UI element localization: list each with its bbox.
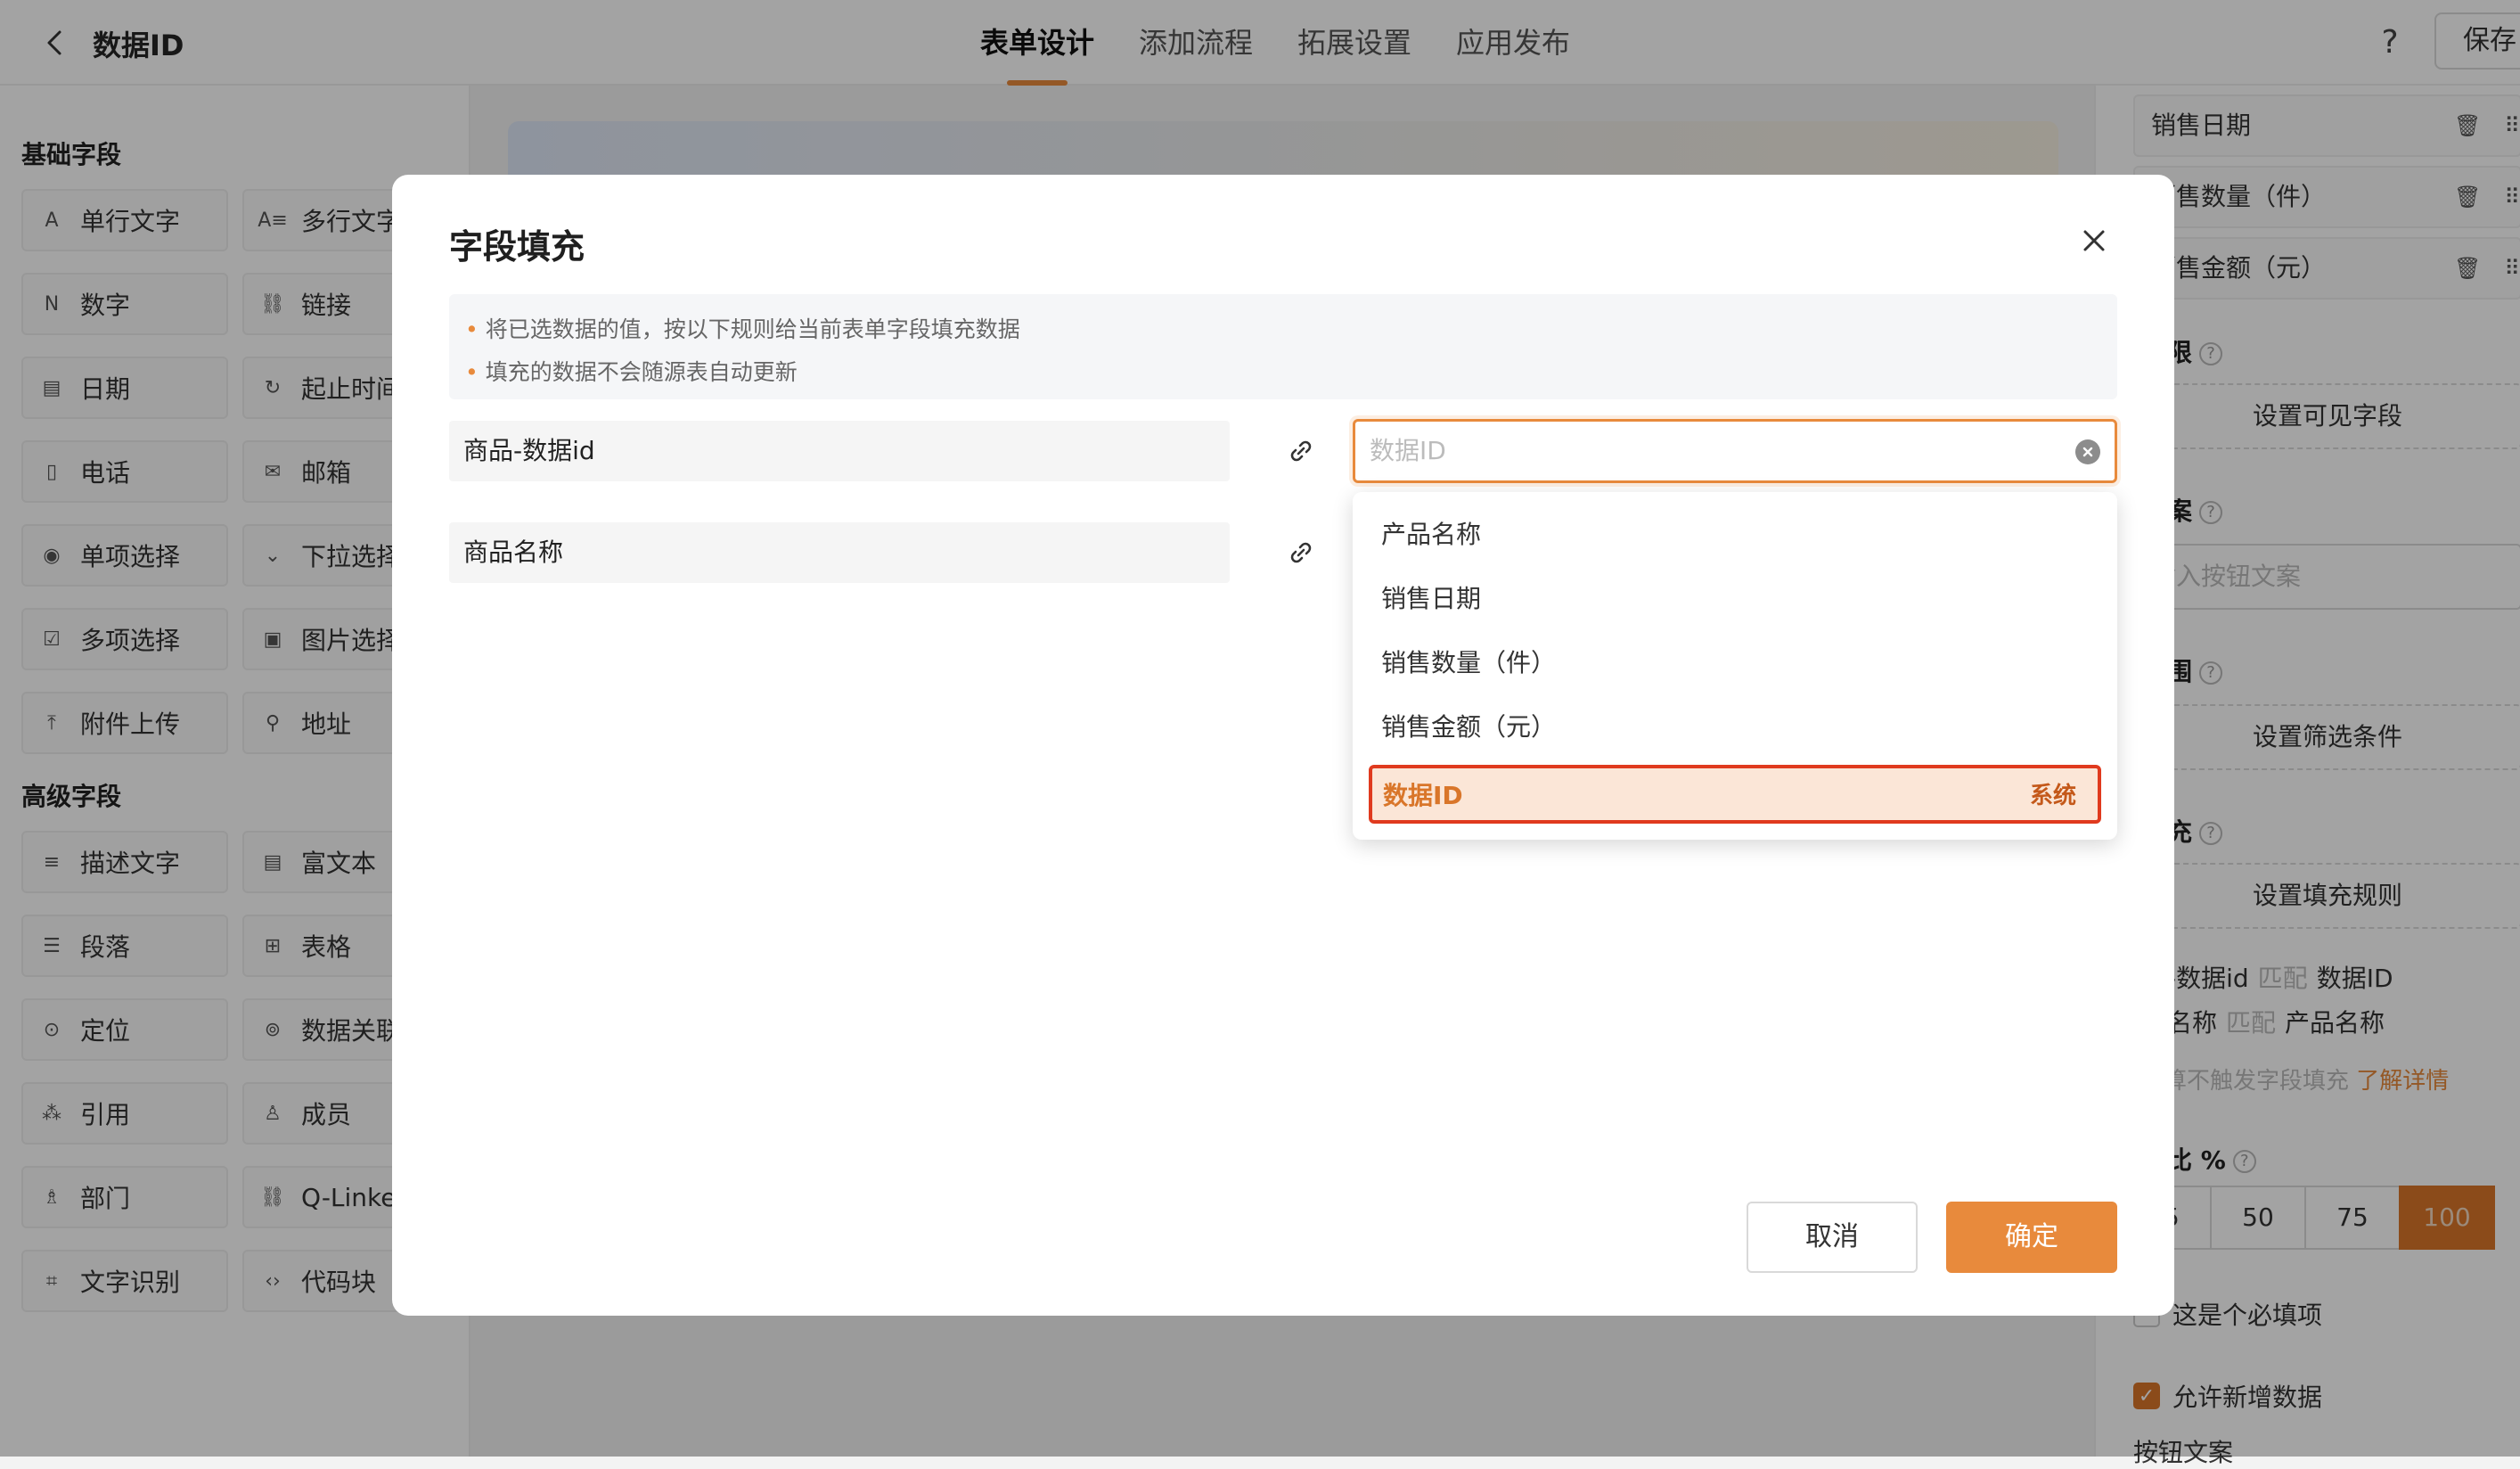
link-icon [1285,537,1317,569]
tip-line: • 将已选数据的值，按以下规则给当前表单字段填充数据 [465,316,1020,342]
dropdown-option[interactable]: 销售数量（件） [1353,631,2117,695]
cancel-button[interactable]: 取消 [1747,1202,1918,1273]
dropdown-option[interactable]: 销售金额（元） [1353,695,2117,759]
source-field-select[interactable]: 数据ID [1353,419,2117,483]
dropdown-option[interactable]: 产品名称 [1353,503,2117,567]
option-label: 数据ID [1383,781,1463,810]
dialog-title: 字段填充 [449,227,585,267]
system-tag: 系统 [2029,783,2076,809]
confirm-button[interactable]: 确定 [1946,1202,2117,1273]
select-placeholder: 数据ID [1370,436,1446,465]
field-fill-dialog: 字段填充 • 将已选数据的值，按以下规则给当前表单字段填充数据 • 填充的数据不会随… [392,175,2174,1316]
dropdown-option[interactable]: 销售日期 [1353,567,2117,631]
clear-icon[interactable] [2075,439,2100,464]
tip-line: • 填充的数据不会随源表自动更新 [465,359,798,385]
dropdown-option-selected[interactable]: 数据ID 系统 [1369,765,2101,824]
current-form-field: 商品名称 [449,522,1230,583]
link-icon [1285,435,1317,467]
close-icon[interactable] [2073,219,2115,262]
current-form-field: 商品-数据id [449,421,1230,481]
dialog-tips: • 将已选数据的值，按以下规则给当前表单字段填充数据 • 填充的数据不会随源表自动更… [449,294,2117,399]
source-field-dropdown: 产品名称 销售日期 销售数量（件） 销售金额（元） 数据ID 系统 [1353,492,2117,840]
